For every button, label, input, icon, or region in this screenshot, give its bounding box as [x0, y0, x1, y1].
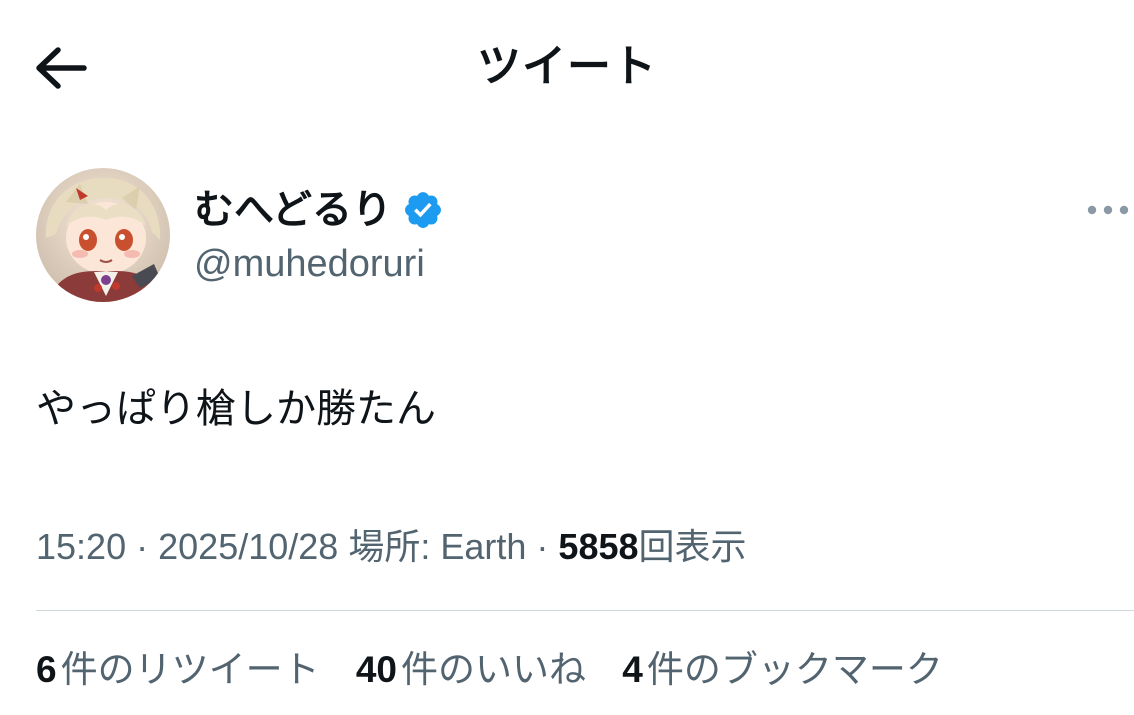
likes-label: 件のいいね	[401, 649, 587, 690]
page-title: ツイート	[477, 41, 657, 92]
tweet-author: むへどるり @muhedoruri	[36, 168, 1129, 304]
more-horizontal-icon	[1087, 205, 1129, 215]
meta-separator: ·	[136, 526, 149, 567]
display-name: むへどるり	[194, 187, 392, 233]
tweet-time[interactable]: 15:20	[36, 526, 126, 567]
bookmarks-count: 4	[622, 649, 643, 690]
tweet-location: 場所: Earth	[348, 526, 527, 567]
tweet-meta: 15:20 · 2025/10/28 場所: Earth · 5858回表示	[36, 520, 747, 574]
display-name-row[interactable]: むへどるり	[194, 182, 444, 238]
tweet-date[interactable]: 2025/10/28	[158, 526, 338, 567]
retweets-label: 件のリツイート	[60, 649, 320, 690]
meta-separator: ·	[536, 526, 549, 567]
engagement-stats: 6 件のリツイート 40 件のいいね 4 件のブックマーク	[36, 642, 969, 698]
tweet-text: やっぱり槍しか勝たん	[36, 386, 436, 432]
avatar-image	[36, 168, 170, 302]
bookmarks-stat[interactable]: 4 件のブックマーク	[622, 642, 943, 698]
verified-badge-icon	[405, 192, 441, 228]
avatar[interactable]	[36, 168, 170, 302]
views-count: 5858	[558, 526, 639, 567]
user-handle[interactable]: @muhedoruri	[194, 238, 425, 290]
retweets-stat[interactable]: 6 件のリツイート	[36, 642, 320, 698]
retweets-count: 6	[36, 649, 57, 690]
likes-count: 40	[355, 649, 398, 690]
more-options-button[interactable]	[1080, 190, 1134, 230]
tweet-header: ツイート	[0, 0, 1134, 135]
likes-stat[interactable]: 40 件のいいね	[356, 642, 586, 698]
views-label: 回表示	[638, 526, 747, 567]
bookmarks-label: 件のブックマーク	[646, 649, 943, 690]
divider	[36, 610, 1134, 611]
